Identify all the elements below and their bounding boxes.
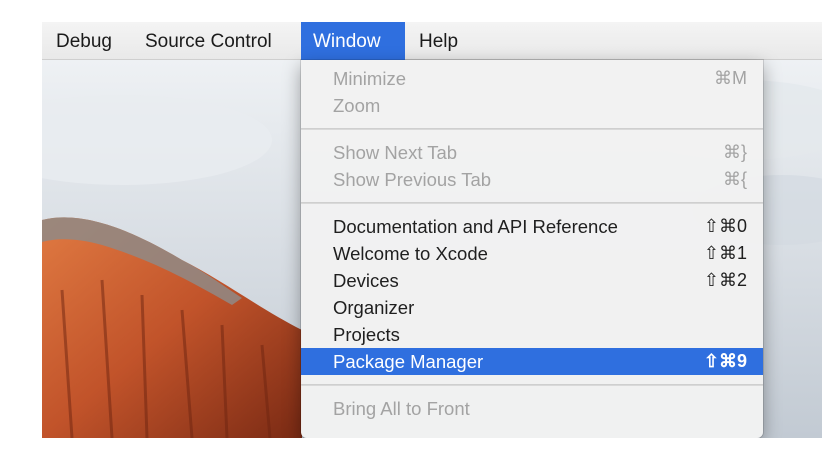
menu-item-documentation[interactable]: Documentation and API Reference ⇧⌘0 bbox=[301, 213, 763, 240]
menu-bar: Debug Source Control Window Help bbox=[42, 22, 822, 60]
menu-window[interactable]: Window bbox=[301, 22, 405, 60]
menu-item-shortcut: ⇧⌘0 bbox=[703, 216, 747, 236]
menu-item-shortcut: ⌘M bbox=[714, 68, 747, 88]
menu-item-show-previous-tab[interactable]: Show Previous Tab ⌘{ bbox=[301, 166, 763, 193]
menu-item-shortcut: ⌘{ bbox=[722, 169, 747, 189]
menu-source-control[interactable]: Source Control bbox=[133, 22, 284, 60]
menu-item-shortcut: ⇧⌘9 bbox=[703, 351, 747, 371]
menu-item-label: Package Manager bbox=[333, 351, 484, 372]
menu-item-devices[interactable]: Devices ⇧⌘2 bbox=[301, 267, 763, 294]
menu-item-shortcut: ⌘} bbox=[722, 142, 747, 162]
window-menu-dropdown: Minimize ⌘M Zoom Show Next Tab ⌘} Show P… bbox=[301, 60, 763, 438]
menu-item-show-next-tab[interactable]: Show Next Tab ⌘} bbox=[301, 139, 763, 166]
menu-item-label: Zoom bbox=[333, 95, 381, 116]
menu-item-bring-all-to-front[interactable]: Bring All to Front bbox=[301, 395, 763, 422]
menu-item-shortcut: ⇧⌘2 bbox=[703, 270, 747, 290]
menu-item-projects[interactable]: Projects bbox=[301, 321, 763, 348]
menu-item-label: Devices bbox=[333, 270, 399, 291]
menu-item-label: Welcome to Xcode bbox=[333, 243, 488, 264]
menu-item-organizer[interactable]: Organizer bbox=[301, 294, 763, 321]
menu-item-welcome-to-xcode[interactable]: Welcome to Xcode ⇧⌘1 bbox=[301, 240, 763, 267]
menu-item-zoom[interactable]: Zoom bbox=[301, 92, 763, 119]
menu-item-shortcut: ⇧⌘1 bbox=[703, 243, 747, 263]
menu-separator bbox=[301, 128, 763, 130]
menu-item-label: Documentation and API Reference bbox=[333, 216, 618, 237]
menu-item-label: Projects bbox=[333, 324, 400, 345]
menu-item-package-manager[interactable]: Package Manager ⇧⌘9 bbox=[301, 348, 763, 375]
menu-item-label: Bring All to Front bbox=[333, 398, 470, 419]
menu-separator bbox=[301, 202, 763, 204]
screenshot-frame: Debug Source Control Window Help Minimiz… bbox=[42, 22, 822, 438]
menu-item-label: Minimize bbox=[333, 68, 406, 89]
menu-item-label: Organizer bbox=[333, 297, 415, 318]
menu-item-label: Show Next Tab bbox=[333, 142, 458, 163]
menu-item-minimize[interactable]: Minimize ⌘M bbox=[301, 65, 763, 92]
menu-debug[interactable]: Debug bbox=[44, 22, 124, 60]
menu-separator bbox=[301, 384, 763, 386]
menu-help[interactable]: Help bbox=[407, 22, 470, 60]
menu-item-label: Show Previous Tab bbox=[333, 169, 492, 190]
